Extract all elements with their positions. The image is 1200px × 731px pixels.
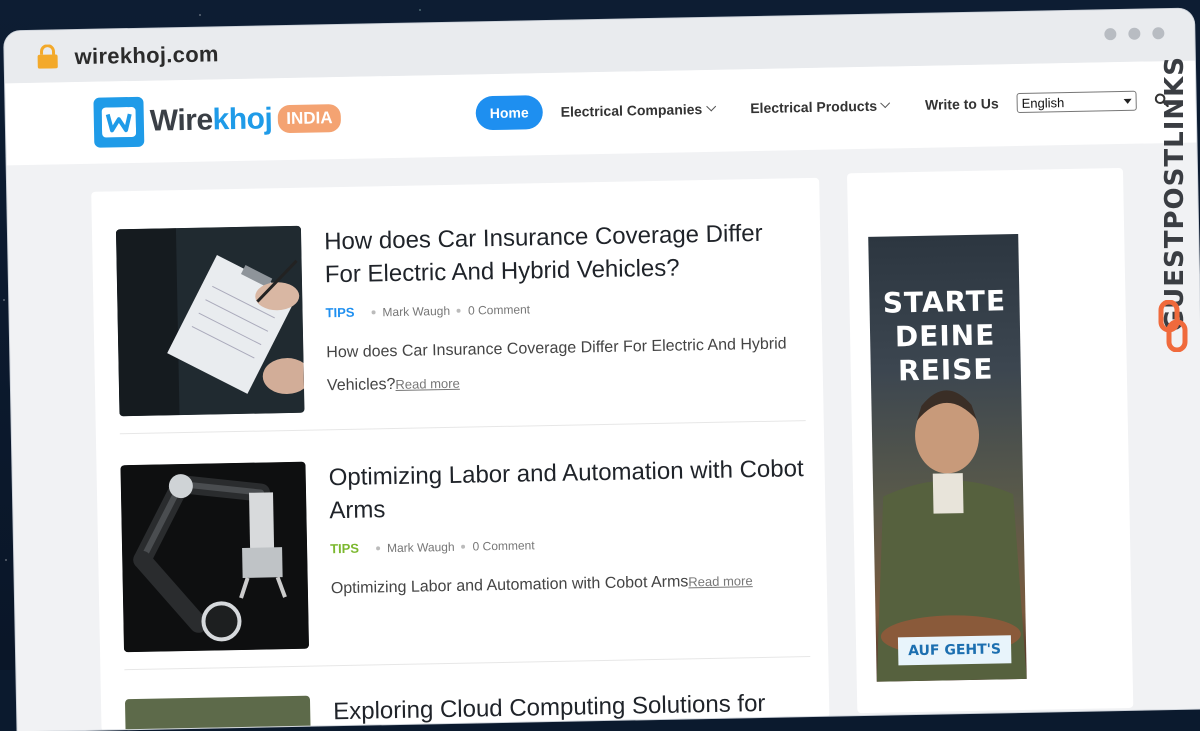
window-dot[interactable] xyxy=(1104,28,1117,41)
post-thumbnail[interactable] xyxy=(120,461,310,653)
link-icon xyxy=(1158,300,1188,352)
post-body: Exploring Cloud Computing Solutions for xyxy=(333,686,814,728)
site-logo[interactable]: Wirekhoj INDIA xyxy=(93,93,341,148)
post-comments[interactable]: 0 Comment xyxy=(468,302,530,317)
sidebar-ad-banner[interactable]: STARTE DEINE REISE AUF GEHT'S xyxy=(868,233,1027,682)
post-list: How does Car Insurance Coverage Differ F… xyxy=(91,177,830,731)
window-controls xyxy=(1104,27,1165,41)
post-comments[interactable]: 0 Comment xyxy=(472,538,534,553)
post-divider xyxy=(119,420,806,435)
post-title[interactable]: Exploring Cloud Computing Solutions for xyxy=(333,686,814,728)
post-title[interactable]: How does Car Insurance Coverage Differ F… xyxy=(324,216,805,291)
logo-mark-icon xyxy=(93,96,145,148)
post-divider xyxy=(124,656,811,671)
language-select[interactable]: English xyxy=(1016,90,1137,113)
meta-separator xyxy=(371,309,376,314)
post-thumbnail[interactable] xyxy=(124,695,311,731)
nav-electrical-products[interactable]: Electrical Products xyxy=(750,97,891,116)
ad-cta-button[interactable]: AUF GEHT'S xyxy=(897,635,1012,666)
post-category-tag[interactable]: TIPS xyxy=(330,541,359,557)
post-excerpt: Optimizing Labor and Automation with Cob… xyxy=(330,573,753,598)
read-more-link[interactable]: Read more xyxy=(395,376,460,392)
nav-write-to-us[interactable]: Write to Us xyxy=(925,95,999,112)
window-dot[interactable] xyxy=(1128,27,1141,40)
web-page: Wirekhoj INDIA Home Electrical Companies… xyxy=(5,60,1200,731)
post-item: Optimizing Labor and Automation with Cob… xyxy=(120,452,810,653)
post-meta: TIPS Mark Waugh 0 Comment xyxy=(330,532,810,556)
post-category-tag[interactable]: TIPS xyxy=(325,305,354,321)
main-nav: Home Electrical Companies Electrical Pro… xyxy=(475,83,1169,131)
post-body: Optimizing Labor and Automation with Cob… xyxy=(328,452,811,605)
nav-home[interactable]: Home xyxy=(475,95,543,131)
browser-window: wirekhoj.com Wirekhoj INDIA Home Electri… xyxy=(4,8,1200,731)
ad-headline: STARTE DEINE REISE xyxy=(882,284,1007,388)
sidebar: STARTE DEINE REISE AUF GEHT'S xyxy=(846,167,1134,714)
lock-icon xyxy=(37,44,58,69)
window-dot[interactable] xyxy=(1152,27,1165,40)
post-thumbnail[interactable] xyxy=(115,225,305,417)
post-body: How does Car Insurance Coverage Differ F… xyxy=(324,216,807,402)
post-author[interactable]: Mark Waugh xyxy=(382,303,450,318)
meta-separator xyxy=(461,544,466,549)
chevron-down-icon xyxy=(880,97,891,108)
meta-separator xyxy=(375,545,381,550)
nav-electrical-companies[interactable]: Electrical Companies xyxy=(561,101,716,120)
post-meta: TIPS Mark Waugh 0 Comment xyxy=(325,296,805,320)
read-more-link[interactable]: Read more xyxy=(688,573,753,589)
logo-badge: INDIA xyxy=(277,103,341,134)
post-author[interactable]: Mark Waugh xyxy=(387,539,455,554)
watermark-text: GUESTPOSTLINKS xyxy=(1160,56,1190,332)
post-item: Exploring Cloud Computing Solutions for xyxy=(124,686,815,731)
post-item: How does Car Insurance Coverage Differ F… xyxy=(115,216,806,417)
post-excerpt: How does Car Insurance Coverage Differ F… xyxy=(326,335,787,395)
meta-separator xyxy=(456,308,462,313)
post-title[interactable]: Optimizing Labor and Automation with Cob… xyxy=(328,452,809,527)
chevron-down-icon xyxy=(705,101,716,111)
logo-text: Wirekhoj xyxy=(149,102,273,138)
address-bar-url[interactable]: wirekhoj.com xyxy=(74,41,219,70)
chevron-down-icon xyxy=(1123,98,1132,104)
